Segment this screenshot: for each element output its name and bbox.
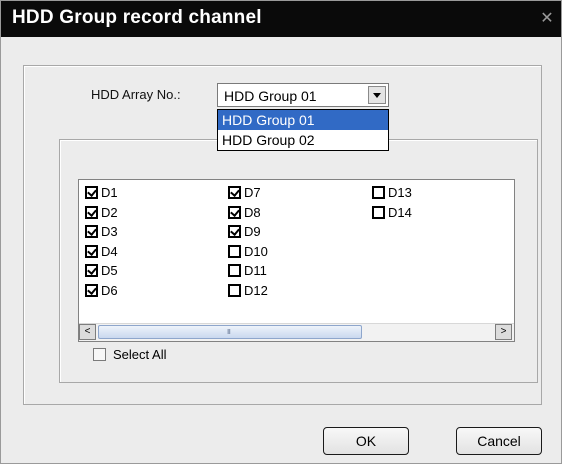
hdd-array-selected-value: HDD Group 01: [224, 88, 317, 104]
channel-label: D7: [244, 185, 261, 200]
channel-label: D11: [244, 263, 267, 279]
dropdown-option-group-02[interactable]: HDD Group 02: [218, 130, 388, 150]
channel-checkbox[interactable]: [228, 186, 241, 199]
horizontal-scrollbar[interactable]: < III >: [79, 323, 514, 341]
hdd-array-dropdown-list: HDD Group 01 HDD Group 02: [217, 109, 389, 151]
ok-button[interactable]: OK: [323, 427, 409, 455]
cancel-button[interactable]: Cancel: [456, 427, 542, 455]
dropdown-option-group-01[interactable]: HDD Group 01: [218, 110, 388, 130]
channel-checkbox[interactable]: [85, 284, 98, 297]
channel-label: D6: [101, 283, 118, 298]
channel-label: D9: [244, 224, 261, 240]
channel-checkbox[interactable]: [85, 264, 98, 278]
select-all-label: Select All: [113, 347, 167, 362]
channel-label: D10: [244, 243, 268, 259]
channel-checkbox[interactable]: [228, 284, 241, 297]
channel-label: D2: [101, 204, 118, 220]
channel-checkbox[interactable]: [372, 205, 385, 219]
channel-label: D8: [244, 204, 261, 220]
channel-label: D14: [388, 204, 412, 220]
channel-label: D5: [101, 263, 118, 279]
title-bar[interactable]: HDD Group record channel ✕: [1, 1, 561, 37]
channel-label: D3: [101, 224, 118, 240]
select-all-box[interactable]: [93, 348, 106, 361]
channel-checkbox[interactable]: [228, 264, 241, 278]
channel-checkbox[interactable]: [85, 205, 98, 219]
scrollbar-grip: III: [227, 329, 231, 336]
channel-checkbox[interactable]: [85, 186, 98, 199]
hdd-array-label: HDD Array No.:: [91, 87, 181, 102]
channel-label: D1: [101, 185, 118, 200]
channel-label: D12: [244, 283, 268, 298]
channel-checkbox[interactable]: [85, 225, 98, 239]
dialog-title: HDD Group record channel: [12, 7, 262, 28]
channel-label: D4: [101, 243, 118, 259]
scroll-left-button[interactable]: <: [79, 324, 96, 340]
scrollbar-thumb[interactable]: III: [98, 325, 362, 339]
chevron-down-icon[interactable]: [368, 86, 386, 104]
hdd-array-select[interactable]: HDD Group 01: [217, 83, 389, 107]
channel-checkbox[interactable]: [228, 244, 241, 258]
scroll-right-button[interactable]: >: [495, 324, 512, 340]
channel-list: < III > D1 D2 D3 D4 D5 D6 D7 D8 D9 D10 D11 D12 D13 D1…: [78, 179, 515, 342]
close-icon[interactable]: ✕: [539, 10, 555, 26]
channel-label: D13: [388, 185, 412, 200]
channel-checkbox[interactable]: [228, 225, 241, 239]
channel-checkbox[interactable]: [85, 244, 98, 258]
channel-checkbox[interactable]: [372, 186, 385, 199]
channel-checkbox[interactable]: [228, 205, 241, 219]
hdd-group-dialog: HDD Group record channel ✕ HDD Array No.…: [0, 0, 562, 464]
